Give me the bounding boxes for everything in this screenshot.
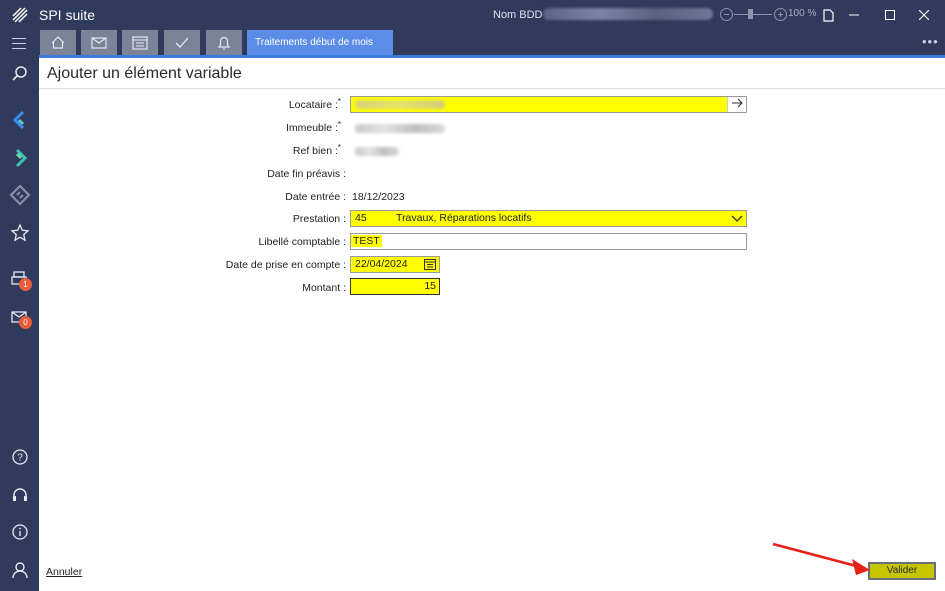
more-options-icon[interactable]: ••• [922, 34, 939, 49]
tab-tasks[interactable] [164, 30, 200, 55]
user-icon [12, 562, 28, 579]
zoom-slider-thumb[interactable] [748, 9, 753, 19]
tab-mail[interactable] [81, 30, 117, 55]
cancel-link[interactable]: Annuler [46, 566, 82, 578]
tab-home[interactable] [40, 30, 76, 55]
montant-field[interactable]: 15 [350, 278, 440, 295]
zoom-in-icon[interactable] [774, 8, 787, 21]
maximize-icon [885, 10, 895, 20]
sidebar: 1 0 ? [0, 55, 39, 591]
locataire-field[interactable] [350, 96, 747, 113]
help-icon: ? [12, 449, 28, 465]
chevron-left-icon [12, 110, 25, 130]
printer-badge: 1 [19, 278, 32, 291]
locataire-label: Locataire :* [288, 97, 341, 111]
bell-icon [217, 36, 231, 50]
tab-traitements-debut-de-mois[interactable]: Traitements début de mois [247, 30, 393, 55]
prestation-label: Prestation : [292, 213, 346, 225]
diamond-icon [9, 184, 31, 206]
locataire-open-button[interactable] [727, 97, 746, 112]
libelle-comptable-field[interactable]: TEST [350, 233, 747, 250]
sidebar-help[interactable]: ? [8, 445, 32, 469]
document-icon [822, 9, 834, 22]
chevron-down-icon [731, 215, 743, 222]
date-prise-en-compte-value: 22/04/2024 [355, 258, 408, 270]
sidebar-favorites[interactable] [8, 221, 32, 245]
minimize-button[interactable] [836, 0, 872, 30]
home-icon [51, 36, 65, 49]
montant-label: Montant : [302, 282, 346, 294]
title-bar: SPI suite Nom BDD : 100 % [0, 0, 945, 30]
sidebar-search[interactable] [8, 62, 32, 86]
sidebar-mail[interactable]: 0 [8, 305, 32, 329]
montant-value: 15 [424, 280, 436, 292]
star-icon [10, 223, 30, 242]
prestation-text: Travaux, Réparations locatifs [396, 212, 532, 224]
prestation-select[interactable]: 45 Travaux, Réparations locatifs [350, 210, 747, 227]
tab-calendar[interactable] [122, 30, 158, 55]
page-title: Ajouter un élément variable [47, 65, 242, 82]
libelle-comptable-label: Libellé comptable : [258, 236, 346, 248]
required-marker: * [337, 143, 341, 152]
minimize-icon [849, 14, 859, 16]
calendar-icon [132, 36, 148, 50]
sidebar-info[interactable] [8, 520, 32, 544]
immeuble-value-redacted [355, 122, 445, 134]
tab-notifications[interactable] [206, 30, 242, 55]
app-logo-icon [12, 7, 28, 23]
ref-bien-label: Ref bien :* [292, 143, 341, 157]
ref-bien-value-redacted [355, 145, 399, 157]
chevron-right-icon [15, 148, 28, 168]
tab-strip: Traitements début de mois ••• [0, 30, 945, 55]
close-button[interactable] [906, 0, 942, 30]
hamburger-menu-icon[interactable] [12, 38, 26, 49]
date-prise-en-compte-field[interactable]: 22/04/2024 [350, 256, 440, 273]
required-marker: * [337, 97, 341, 106]
sidebar-support[interactable] [8, 483, 32, 507]
app-title: SPI suite [39, 7, 96, 23]
svg-text:?: ? [17, 453, 23, 464]
date-picker-button[interactable] [424, 258, 436, 275]
sidebar-user[interactable] [8, 558, 32, 582]
prestation-code: 45 [355, 212, 367, 224]
required-marker: * [337, 120, 341, 129]
prestation-dropdown[interactable] [730, 211, 744, 231]
libelle-comptable-value: TEST [351, 235, 382, 247]
title-divider [39, 88, 945, 89]
arrow-right-icon [732, 98, 743, 108]
sidebar-print[interactable]: 1 [8, 268, 32, 292]
zoom-control: 100 % [720, 7, 820, 23]
zoom-slider-track[interactable] [734, 14, 772, 15]
immeuble-label: Immeuble :* [285, 120, 341, 134]
date-prise-en-compte-label: Date de prise en compte : [225, 259, 346, 271]
db-name-label: Nom BDD : [493, 9, 549, 21]
sidebar-back[interactable] [8, 108, 32, 132]
main-content: Ajouter un élément variable Locataire :*… [39, 58, 945, 591]
annotation-arrow-icon [772, 542, 870, 575]
calendar-icon [424, 259, 436, 270]
mail-badge: 0 [19, 316, 32, 329]
mail-icon [91, 37, 107, 49]
date-entree-value: 18/12/2023 [352, 191, 405, 203]
date-entree-label: Date entrée : [285, 191, 346, 203]
db-name-value-redacted [543, 8, 713, 20]
maximize-button[interactable] [872, 0, 908, 30]
locataire-value-redacted [355, 99, 445, 109]
close-icon [918, 9, 930, 21]
date-fin-preavis-label: Date fin préavis : [267, 168, 346, 180]
info-icon [12, 524, 28, 540]
sidebar-code[interactable] [8, 183, 32, 207]
headset-icon [13, 488, 27, 501]
zoom-out-icon[interactable] [720, 8, 733, 21]
search-icon [12, 66, 27, 81]
sidebar-forward[interactable] [8, 146, 32, 170]
check-icon [175, 37, 189, 48]
